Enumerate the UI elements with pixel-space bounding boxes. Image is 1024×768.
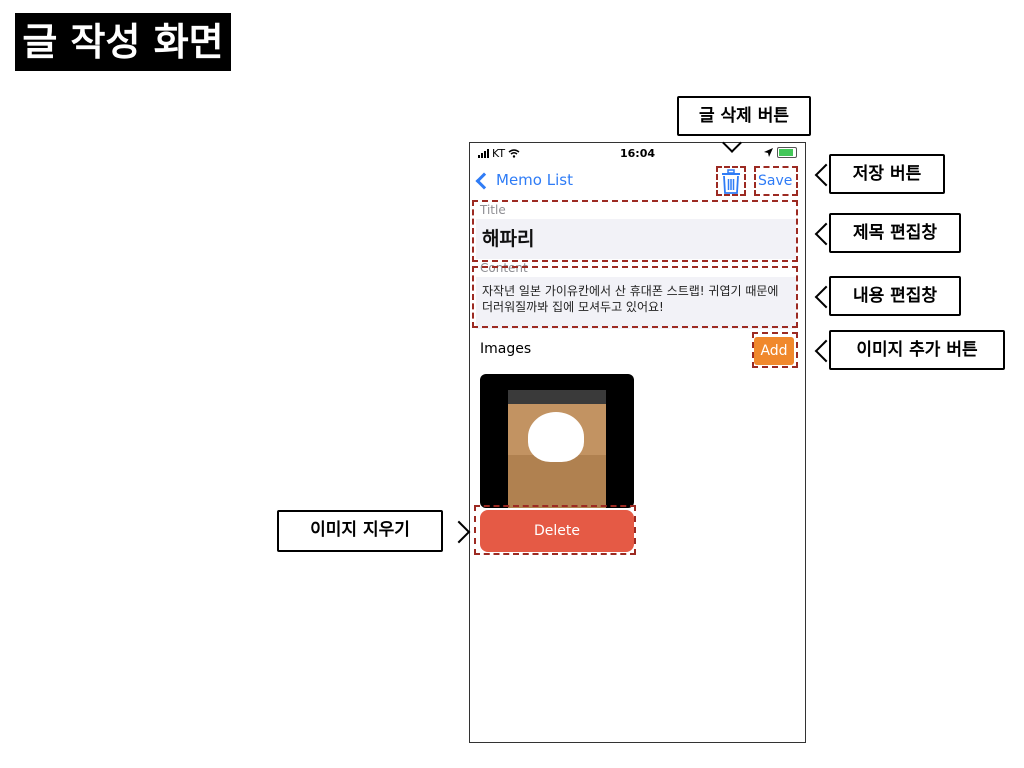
- location-icon: [764, 148, 773, 157]
- highlight-delete: [474, 505, 636, 555]
- back-label: Memo List: [496, 171, 573, 189]
- status-bar: KT 16:04: [470, 143, 805, 165]
- image-thumbnail: [480, 374, 634, 508]
- page-title: 글 작성 화면: [15, 13, 231, 71]
- highlight-title: [472, 200, 798, 262]
- images-label: Images: [480, 341, 532, 357]
- status-time: 16:04: [619, 147, 655, 160]
- back-button[interactable]: Memo List: [475, 171, 573, 189]
- callout-title-edit: 제목 편집창: [829, 213, 961, 253]
- highlight-content: [472, 266, 798, 328]
- callout-save: 저장 버튼: [829, 154, 945, 194]
- callout-content-edit: 내용 편집창: [829, 276, 961, 316]
- highlight-save: [754, 166, 798, 196]
- highlight-add: [752, 332, 798, 368]
- callout-remove-image: 이미지 지우기: [277, 510, 443, 552]
- chevron-left-icon: [475, 172, 493, 189]
- battery-icon: [777, 147, 797, 158]
- highlight-trash: [716, 166, 746, 196]
- arrow-right-icon: [447, 520, 471, 544]
- callout-delete-post: 글 삭제 버튼: [677, 96, 811, 136]
- callout-add-image: 이미지 추가 버튼: [829, 330, 1005, 370]
